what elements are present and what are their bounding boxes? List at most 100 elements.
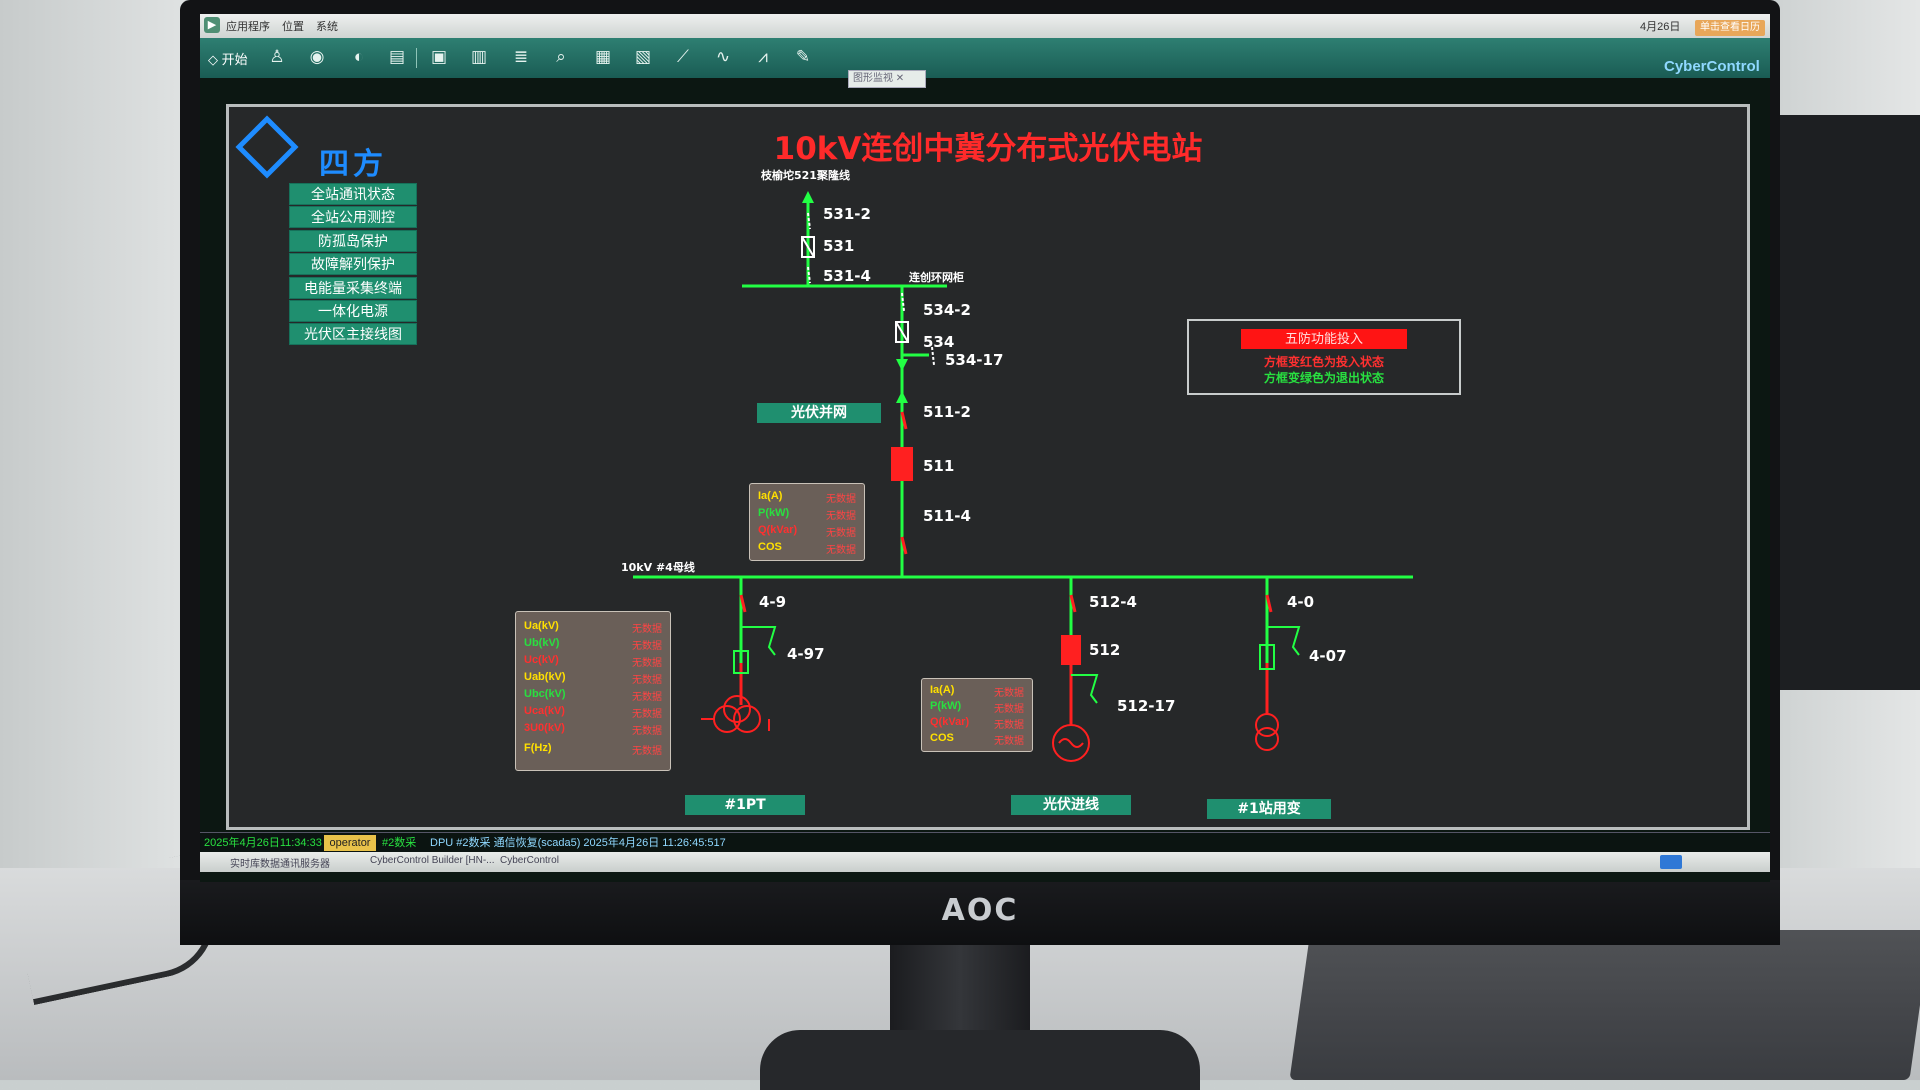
menubar: ▶ 应用程序 位置 系统 4月26日 单击查看日历	[200, 14, 1770, 39]
arrow-up-icon	[896, 391, 908, 403]
switch-label: 534-17	[945, 351, 1004, 369]
measure-panel-511: Ia(A) 无数据 P(kW) 无数据 Q(kVar) 无数据 COS 无数据	[749, 483, 865, 561]
breaker-512	[1061, 635, 1081, 665]
toolbar: ◇ 开始 ♙ ◉ ◐ ▤ ▣ ▥ ≣ ⌕ ▦ ▧ ⟋ ∿ ⩘ ✎ 图形监视 ✕ …	[200, 38, 1770, 88]
status-message: DPU #2数采 通信恢复(scada5) 2025年4月26日 11:26:4…	[430, 837, 726, 849]
switch-label: 511-2	[923, 403, 971, 421]
five-prevention-toggle[interactable]: 五防功能投入	[1241, 329, 1407, 349]
report-icon[interactable]: ▦	[592, 46, 614, 68]
measure-name: COS	[930, 732, 954, 744]
toolbar-separator	[416, 48, 417, 68]
chart-icon[interactable]: ▧	[632, 46, 654, 68]
tray-network-icon[interactable]	[1660, 855, 1682, 869]
pv-generator-icon	[1052, 724, 1090, 762]
note-green: 方框变绿色为退出状态	[1263, 371, 1384, 385]
measure-value: 无数据	[826, 528, 856, 539]
tab-graphic-monitor[interactable]: 图形监视 ✕	[848, 70, 926, 88]
status-datetime: 2025年4月26日11:34:33	[204, 837, 322, 849]
switch-label: 4-9	[759, 593, 787, 611]
measure-name: F(Hz)	[524, 742, 552, 754]
nav-comm-status[interactable]: 全站通讯状态	[289, 183, 417, 205]
measure-name: Ub(kV)	[524, 637, 560, 649]
screen: ▶ 应用程序 位置 系统 4月26日 单击查看日历 ◇ 开始 ♙ ◉ ◐ ▤ ▣…	[200, 14, 1770, 882]
station-transformer-icon	[1255, 713, 1279, 751]
measure-name: Ia(A)	[930, 684, 955, 696]
measure-panel-pt: Ua(kV) 无数据 Ub(kV) 无数据 Uc(kV) 无数据 Uab(kV)…	[515, 611, 671, 771]
single-line-diagram: 四方 10kV连创中冀分布式光伏电站 全站通讯状态 全站公用测控 防孤岛保护 故…	[226, 104, 1750, 830]
document-icon[interactable]: ▥	[468, 46, 490, 68]
nav-pv-main-wiring[interactable]: 光伏区主接线图	[289, 323, 417, 345]
measure-value: 无数据	[632, 675, 662, 686]
measure-value: 无数据	[994, 704, 1024, 715]
pt-tag[interactable]: #1PT	[685, 795, 805, 815]
switch-label: 4-0	[1287, 593, 1315, 611]
start-label: 开始	[221, 52, 248, 67]
calendar-notify[interactable]: 单击查看日历	[1695, 20, 1765, 36]
speaker-icon[interactable]: ◐	[348, 46, 370, 68]
measure-value: 无数据	[632, 658, 662, 669]
start-button[interactable]: ◇ 开始	[208, 49, 248, 68]
menu-places[interactable]: 位置	[282, 18, 304, 34]
measure-value: 无数据	[632, 746, 662, 757]
close-icon[interactable]: ✕	[896, 73, 904, 84]
app-menu-icon[interactable]: ▶	[204, 17, 220, 33]
nav-public-measure[interactable]: 全站公用测控	[289, 206, 417, 228]
nav-fault-splitting[interactable]: 故障解列保护	[289, 253, 417, 275]
measure-name: Ubc(kV)	[524, 688, 566, 700]
pv-line-tag[interactable]: 光伏进线	[1011, 795, 1131, 815]
monitor-view-icon[interactable]: ▣	[428, 46, 450, 68]
user-icon[interactable]: ♙	[266, 46, 288, 68]
task-realtime-db[interactable]: 实时库数据通讯服务器	[230, 855, 330, 870]
search-icon[interactable]: ⌕	[550, 46, 572, 68]
task-builder[interactable]: CyberControl Builder [HN-...	[370, 855, 494, 866]
nav-integrated-power[interactable]: 一体化电源	[289, 300, 417, 322]
status-user[interactable]: operator	[324, 835, 376, 851]
nav-anti-islanding[interactable]: 防孤岛保护	[289, 230, 417, 252]
task-cybercontrol[interactable]: CyberControl	[500, 855, 559, 866]
measure-value: 无数据	[632, 641, 662, 652]
note-red: 方框变红色为投入状态	[1263, 355, 1384, 369]
measure-name: 3U0(kV)	[524, 722, 565, 734]
brand-logo: CyberControl	[1664, 58, 1760, 75]
measure-value: 无数据	[632, 726, 662, 737]
monitor-stand-base	[760, 1030, 1200, 1090]
measure-name: Uca(kV)	[524, 705, 565, 717]
menu-system[interactable]: 系统	[316, 18, 338, 34]
monitor-brand: AOC	[941, 893, 1019, 928]
measure-name: Q(kVar)	[758, 524, 798, 536]
trend-icon[interactable]: ⟋	[672, 46, 694, 68]
switch-label: 511-4	[923, 507, 971, 525]
measure-value: 无数据	[632, 692, 662, 703]
event-list-icon[interactable]: ▤	[386, 46, 408, 68]
page-title: 10kV连创中冀分布式光伏电站	[773, 131, 1203, 167]
alarm-icon[interactable]: ◉	[306, 46, 328, 68]
measure-name: P(kW)	[930, 700, 962, 712]
taskbar: 实时库数据通讯服务器 CyberControl Builder [HN-... …	[200, 852, 1770, 872]
system-date[interactable]: 4月26日	[1640, 18, 1680, 34]
keyboard	[1289, 930, 1920, 1080]
switch-label: 531-4	[823, 267, 871, 285]
measure-value: 无数据	[632, 624, 662, 635]
line-top-label: 枝榆坨521聚隆线	[761, 169, 850, 182]
switch-label: 531-2	[823, 205, 871, 223]
curve-icon[interactable]: ∿	[712, 46, 734, 68]
measure-name: COS	[758, 541, 782, 553]
station-tx-tag[interactable]: #1站用变	[1207, 799, 1331, 819]
analysis-icon[interactable]: ⩘	[752, 46, 774, 68]
status-node: #2数采	[382, 837, 417, 849]
switch-label: 531	[823, 237, 855, 255]
earth-switch-4-07	[1267, 626, 1301, 656]
bus-label: 10kV #4母线	[621, 561, 695, 574]
database-icon[interactable]: ≣	[510, 46, 532, 68]
status-bar: 2025年4月26日11:34:33 operator #2数采 DPU #2数…	[200, 832, 1770, 853]
switch-label: 534	[923, 333, 955, 351]
breaker-511	[891, 447, 913, 481]
measure-name: Ia(A)	[758, 490, 783, 502]
nav-energy-terminal[interactable]: 电能量采集终端	[289, 277, 417, 299]
menu-applications[interactable]: 应用程序	[226, 18, 270, 34]
measure-value: 无数据	[632, 709, 662, 720]
tab-label: 图形监视	[853, 73, 893, 84]
pv-grid-tag[interactable]: 光伏并网	[757, 403, 881, 423]
edit-icon[interactable]: ✎	[792, 46, 814, 68]
arrow-up-icon	[802, 191, 814, 203]
